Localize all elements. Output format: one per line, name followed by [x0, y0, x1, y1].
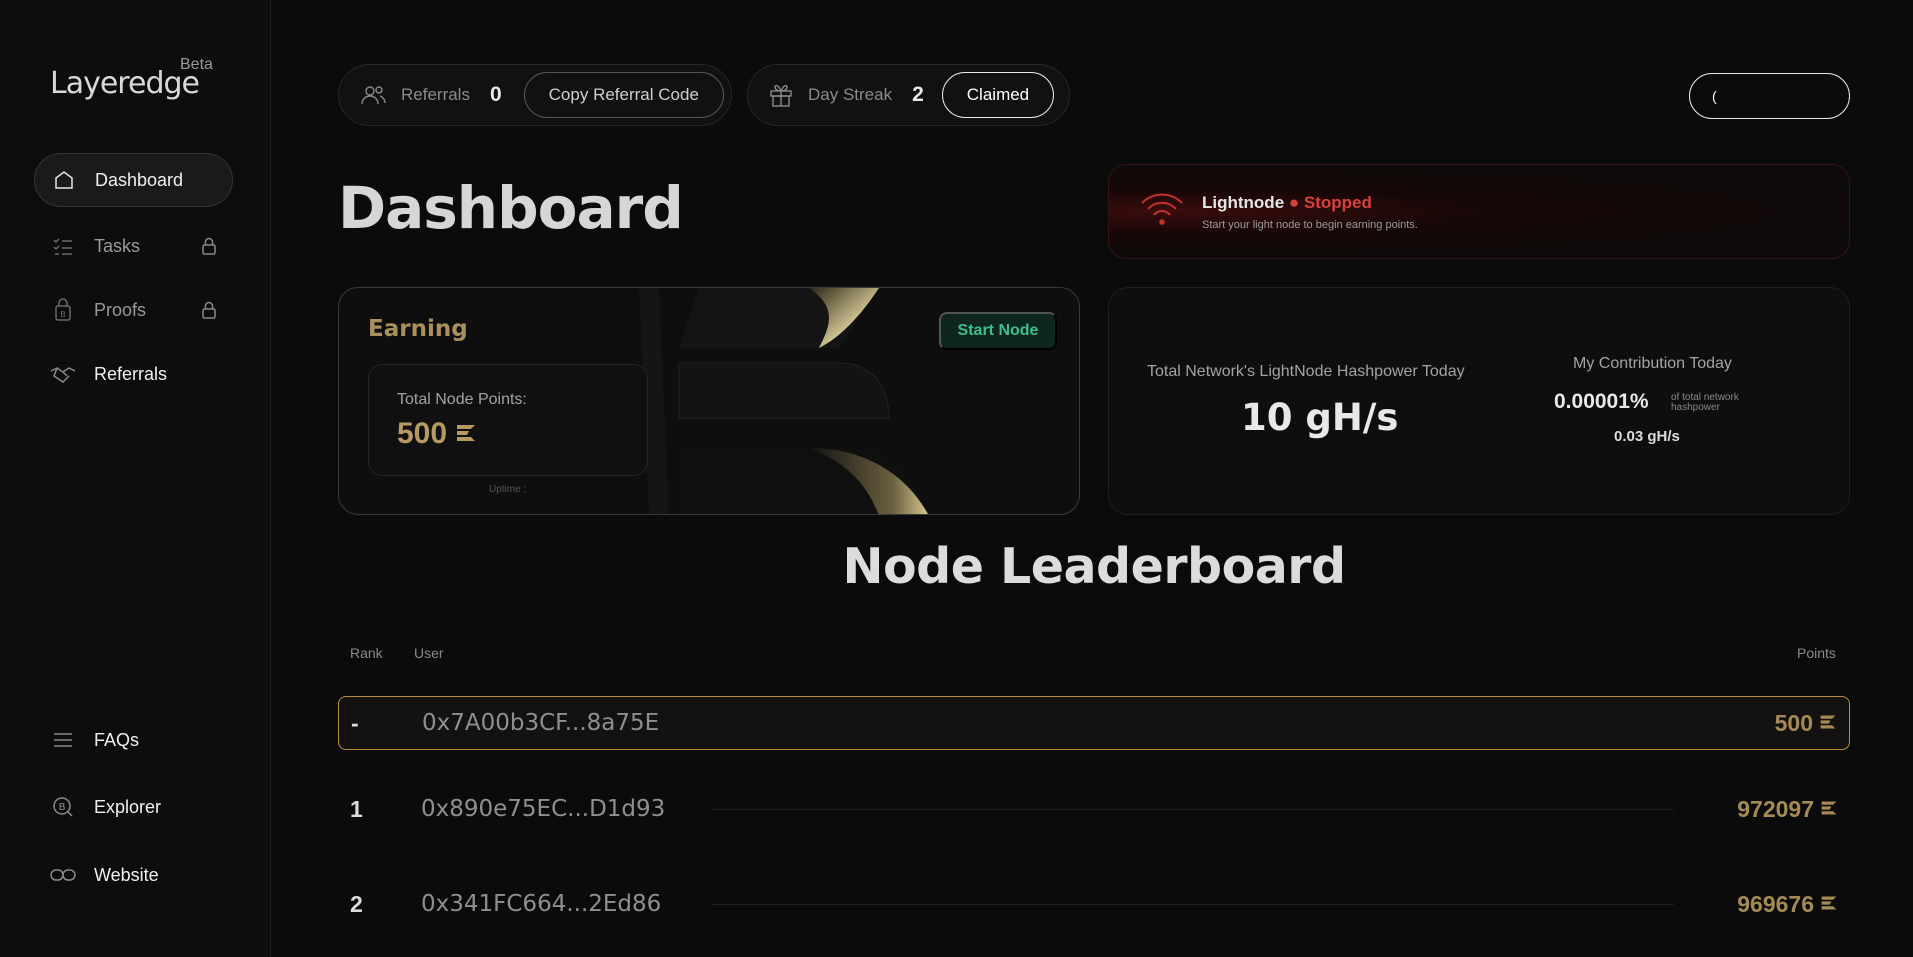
row-rank: - [351, 709, 359, 736]
sidebar-item-explorer[interactable]: B Explorer [34, 780, 233, 834]
total-node-points-box: Total Node Points: 500 [368, 364, 648, 476]
logo[interactable]: Layeredge Beta [50, 56, 213, 101]
layeredge-token-icon [1819, 710, 1837, 737]
day-streak-label: Day Streak [808, 85, 893, 104]
leaderboard-title: Node Leaderboard [842, 538, 1346, 595]
start-node-button[interactable]: Start Node [939, 312, 1057, 350]
points-number: 500 [397, 417, 448, 450]
day-streak-pill: Day Streak 2 Claimed [747, 64, 1070, 126]
day-streak-count: 2 [912, 83, 924, 106]
leaderboard-row[interactable]: 2 0x341FC664...2Ed86 969676 [338, 877, 1850, 931]
referrals-count: 0 [489, 83, 502, 106]
sidebar-item-proofs[interactable]: B Proofs [34, 283, 233, 337]
referrals-pill: Referrals 0 Copy Referral Code [338, 64, 732, 126]
leaderboard-row[interactable]: 1 0x890e75EC...D1d93 972097 [338, 782, 1850, 836]
claimed-button[interactable]: Claimed [941, 72, 1055, 118]
sidebar: Layeredge Beta Dashboard Tasks B Proofs … [0, 0, 271, 957]
my-contribution-label: My Contribution Today [1573, 355, 1732, 372]
connect-wallet-button[interactable]: ( [1689, 73, 1850, 119]
row-divider [712, 904, 1674, 905]
row-rank: 2 [350, 890, 363, 917]
handshake-icon [50, 361, 76, 387]
referrals-label: Referrals [401, 85, 470, 104]
row-points: 969676 [1737, 891, 1838, 918]
row-points: 500 [1775, 710, 1837, 737]
page-title: Dashboard [338, 174, 684, 242]
explorer-icon: B [50, 794, 76, 820]
row-points-value: 969676 [1737, 890, 1814, 917]
my-contribution-note: of total network hashpower [1671, 392, 1739, 413]
lightnode-status: ● Stopped [1288, 193, 1372, 212]
network-hashpower-label: Total Network's LightNode Hashpower Toda… [1147, 363, 1465, 380]
layeredge-token-icon [455, 417, 477, 451]
svg-text:B: B [59, 802, 66, 813]
total-node-points-label: Total Node Points: [397, 391, 527, 408]
layeredge-token-icon [1820, 796, 1838, 823]
home-icon [51, 167, 77, 193]
lightnode-name: Lightnode [1202, 193, 1285, 212]
sidebar-item-label: Proofs [94, 299, 147, 320]
lock-icon [201, 301, 217, 324]
sidebar-item-faqs[interactable]: FAQs [34, 713, 233, 767]
sidebar-item-label: Website [94, 864, 159, 885]
lightnode-status-card: Lightnode ● Stopped Start your light nod… [1108, 164, 1850, 259]
proofs-icon: B [50, 297, 76, 323]
sidebar-item-label: Dashboard [95, 169, 184, 190]
beta-badge: Beta [180, 56, 213, 73]
sidebar-item-referrals[interactable]: Referrals [34, 347, 233, 401]
sidebar-item-label: Referrals [94, 363, 168, 384]
my-contribution-percent: 0.00001% [1554, 390, 1649, 413]
earning-title: Earning [368, 316, 468, 342]
layeredge-token-icon [1820, 891, 1838, 918]
row-divider [712, 809, 1674, 810]
sidebar-item-tasks[interactable]: Tasks [34, 219, 233, 273]
wifi-icon [1139, 191, 1185, 232]
row-user-address: 0x890e75EC...D1d93 [421, 796, 666, 822]
total-node-points-value: 500 [397, 417, 477, 451]
link-icon [50, 862, 76, 888]
lightnode-subtitle: Start your light node to begin earning p… [1202, 219, 1418, 231]
column-header-user: User [414, 645, 444, 661]
leaderboard-row-current-user[interactable]: - 0x7A00b3CF...8a75E 500 [338, 696, 1850, 750]
network-hashpower-value: 10 gH/s [1241, 396, 1399, 439]
logo-text: Layeredge [50, 66, 200, 101]
row-points: 972097 [1737, 796, 1838, 823]
sidebar-item-dashboard[interactable]: Dashboard [34, 153, 233, 207]
copy-referral-code-button[interactable]: Copy Referral Code [523, 72, 724, 118]
network-hashpower-card: Total Network's LightNode Hashpower Toda… [1108, 287, 1850, 515]
row-points-value: 500 [1774, 709, 1813, 736]
row-user-address: 0x341FC664...2Ed86 [421, 891, 662, 917]
row-points-value: 972097 [1737, 795, 1814, 822]
uptime-label: Uptime : [489, 484, 527, 495]
menu-icon [50, 727, 76, 753]
sidebar-item-label: Tasks [94, 235, 141, 256]
row-rank: 1 [350, 795, 363, 822]
gift-icon [768, 82, 794, 108]
sidebar-item-website[interactable]: Website [34, 848, 233, 902]
earning-card: Earning Start Node Total Node Points: 50… [338, 287, 1080, 515]
lightnode-title: Lightnode ● Stopped [1202, 193, 1372, 213]
users-icon [359, 84, 387, 106]
tasks-icon [50, 233, 76, 259]
column-header-rank: Rank [350, 645, 383, 661]
sidebar-item-label: Explorer [94, 796, 162, 817]
my-contribution-hashpower: 0.03 gH/s [1614, 428, 1680, 445]
lock-icon [201, 237, 217, 260]
svg-text:B: B [60, 310, 66, 319]
row-user-address: 0x7A00b3CF...8a75E [422, 710, 660, 736]
column-header-points: Points [1797, 645, 1836, 661]
sidebar-item-label: FAQs [94, 729, 140, 750]
